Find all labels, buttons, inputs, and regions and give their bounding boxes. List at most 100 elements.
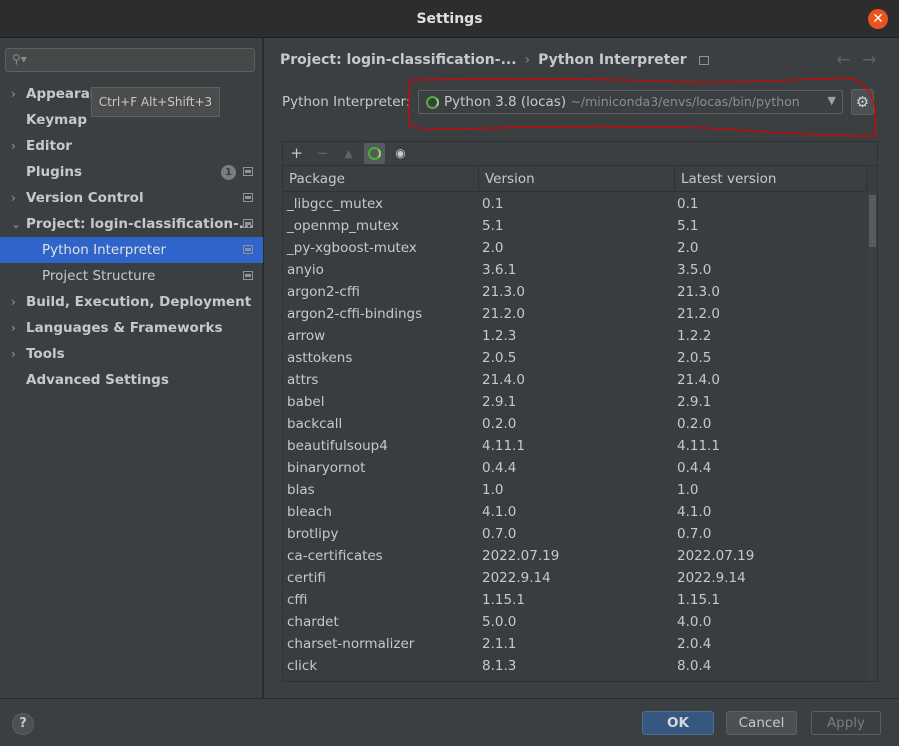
help-button[interactable]: ? xyxy=(12,713,34,735)
chevron-right-icon[interactable]: › xyxy=(11,289,16,315)
show-early-releases-button[interactable]: ◉ xyxy=(390,143,411,164)
table-row[interactable]: argon2-cffi-bindings 21.2.0 21.2.0 xyxy=(283,303,867,325)
breadcrumb-current: Python Interpreter xyxy=(538,52,687,68)
latest-version-cell: 4.0.0 xyxy=(677,614,712,630)
table-row[interactable]: cffi 1.15.1 1.15.1 xyxy=(283,589,867,611)
table-row[interactable]: blas 1.0 1.0 xyxy=(283,479,867,501)
title-bar: Settings ✕ xyxy=(0,0,899,38)
table-row[interactable]: asttokens 2.0.5 2.0.5 xyxy=(283,347,867,369)
ok-button[interactable]: OK xyxy=(642,711,714,735)
minus-icon: − xyxy=(316,144,329,162)
sidebar-item-project-login-classification[interactable]: ⌄ Project: login-classification-... xyxy=(0,211,263,237)
interpreter-settings-button[interactable]: ⚙ xyxy=(851,89,874,115)
forward-arrow-icon[interactable]: → xyxy=(862,50,888,70)
sidebar-item-label: Version Control xyxy=(26,190,144,206)
sidebar-item-label: Project: login-classification-... xyxy=(26,216,255,232)
table-row[interactable]: binaryornot 0.4.4 0.4.4 xyxy=(283,457,867,479)
package-name-cell: beautifulsoup4 xyxy=(287,438,388,454)
dropdown-arrow-icon: ▼ xyxy=(827,94,836,107)
window-title: Settings xyxy=(416,11,483,27)
use-conda-toggle[interactable] xyxy=(364,143,385,164)
version-cell: 3.6.1 xyxy=(482,262,517,278)
upgrade-package-button[interactable]: ▲ xyxy=(338,143,359,164)
sidebar-item-version-control[interactable]: › Version Control xyxy=(0,185,263,211)
remove-package-button[interactable]: − xyxy=(312,143,333,164)
sidebar-item-label: Languages & Frameworks xyxy=(26,320,223,336)
cancel-button[interactable]: Cancel xyxy=(726,711,797,735)
version-cell: 21.4.0 xyxy=(482,372,525,388)
table-row[interactable]: _libgcc_mutex 0.1 0.1 xyxy=(283,193,867,215)
table-row[interactable]: charset-normalizer 2.1.1 2.0.4 xyxy=(283,633,867,655)
package-name-cell: blas xyxy=(287,482,315,498)
sidebar-item-tools[interactable]: › Tools xyxy=(0,341,263,367)
latest-version-cell: 0.1 xyxy=(677,196,699,212)
table-row[interactable]: ca-certificates 2022.07.19 2022.07.19 xyxy=(283,545,867,567)
sidebar-item-plugins[interactable]: Plugins 1 xyxy=(0,159,263,185)
settings-search-input[interactable]: ⚲▾ xyxy=(5,48,255,72)
sidebar-item-advanced-settings[interactable]: Advanced Settings xyxy=(0,367,263,393)
package-name-cell: click xyxy=(287,658,318,674)
latest-version-cell: 2.0 xyxy=(677,240,699,256)
shortcut-tooltip: Ctrl+F Alt+Shift+3 xyxy=(91,87,220,117)
table-row[interactable]: chardet 5.0.0 4.0.0 xyxy=(283,611,867,633)
table-row[interactable]: click 8.1.3 8.0.4 xyxy=(283,655,867,677)
table-row[interactable]: _openmp_mutex 5.1 5.1 xyxy=(283,215,867,237)
apply-button[interactable]: Apply xyxy=(811,711,881,735)
table-row[interactable]: arrow 1.2.3 1.2.2 xyxy=(283,325,867,347)
column-header-package[interactable]: Package xyxy=(283,167,479,192)
latest-version-cell: 2.9.1 xyxy=(677,394,712,410)
latest-version-cell: 21.3.0 xyxy=(677,284,720,300)
sidebar-item-label: Editor xyxy=(26,138,72,154)
package-name-cell: backcall xyxy=(287,416,343,432)
table-row[interactable]: anyio 3.6.1 3.5.0 xyxy=(283,259,867,281)
version-cell: 2.9.1 xyxy=(482,394,517,410)
table-row[interactable]: certifi 2022.9.14 2022.9.14 xyxy=(283,567,867,589)
latest-version-cell: 3.5.0 xyxy=(677,262,712,278)
chevron-right-icon[interactable]: › xyxy=(11,133,16,159)
table-header: Package Version Latest version xyxy=(283,167,867,192)
package-name-cell: certifi xyxy=(287,570,326,586)
close-button[interactable]: ✕ xyxy=(868,9,888,29)
interpreter-label: Python Interpreter: xyxy=(282,94,411,110)
back-arrow-icon[interactable]: ← xyxy=(836,50,862,70)
latest-version-cell: 1.0 xyxy=(677,482,699,498)
table-scrollbar[interactable] xyxy=(867,193,877,681)
table-row[interactable]: bleach 4.1.0 4.1.0 xyxy=(283,501,867,523)
add-package-button[interactable]: + xyxy=(286,143,307,164)
table-row[interactable]: babel 2.9.1 2.9.1 xyxy=(283,391,867,413)
table-row[interactable]: _py-xgboost-mutex 2.0 2.0 xyxy=(283,237,867,259)
sidebar-item-label: Keymap xyxy=(26,112,88,128)
latest-version-cell: 21.2.0 xyxy=(677,306,720,322)
breadcrumb-separator: › xyxy=(524,52,531,68)
dialog-footer: ? OK Cancel Apply xyxy=(0,698,899,746)
scrollbar-thumb[interactable] xyxy=(869,195,876,247)
version-cell: 0.4.4 xyxy=(482,460,517,476)
latest-version-cell: 1.15.1 xyxy=(677,592,720,608)
table-row[interactable]: brotlipy 0.7.0 0.7.0 xyxy=(283,523,867,545)
table-row[interactable]: attrs 21.4.0 21.4.0 xyxy=(283,369,867,391)
sidebar-item-editor[interactable]: › Editor xyxy=(0,133,263,159)
settings-content: Project: login-classification-... › Python… xyxy=(264,38,899,698)
table-row[interactable]: beautifulsoup4 4.11.1 4.11.1 xyxy=(283,435,867,457)
chevron-down-icon[interactable]: ⌄ xyxy=(11,211,21,237)
sidebar-item-languages-frameworks[interactable]: › Languages & Frameworks xyxy=(0,315,263,341)
table-row[interactable]: argon2-cffi 21.3.0 21.3.0 xyxy=(283,281,867,303)
column-header-version[interactable]: Version xyxy=(479,167,675,192)
sidebar-item-python-interpreter[interactable]: Python Interpreter xyxy=(0,237,263,263)
interpreter-dropdown[interactable]: Python 3.8 (locas) ~/miniconda3/envs/loc… xyxy=(418,90,843,114)
table-row[interactable]: backcall 0.2.0 0.2.0 xyxy=(283,413,867,435)
sidebar-item-build-execution-deployment[interactable]: › Build, Execution, Deployment xyxy=(0,289,263,315)
sidebar-item-project-structure[interactable]: Project Structure xyxy=(0,263,263,289)
chevron-right-icon[interactable]: › xyxy=(11,81,16,107)
chevron-right-icon[interactable]: › xyxy=(11,341,16,367)
breadcrumb-project[interactable]: Project: login-classification-... xyxy=(280,52,517,68)
packages-table: Package Version Latest version _libgcc_m… xyxy=(283,167,877,681)
package-name-cell: arrow xyxy=(287,328,326,344)
chevron-right-icon[interactable]: › xyxy=(11,185,16,211)
latest-version-cell: 1.2.2 xyxy=(677,328,712,344)
column-header-latest-version[interactable]: Latest version xyxy=(675,167,867,192)
package-name-cell: _py-xgboost-mutex xyxy=(287,240,417,256)
chevron-right-icon[interactable]: › xyxy=(11,315,16,341)
latest-version-cell: 5.1 xyxy=(677,218,699,234)
latest-version-cell: 4.1.0 xyxy=(677,504,712,520)
